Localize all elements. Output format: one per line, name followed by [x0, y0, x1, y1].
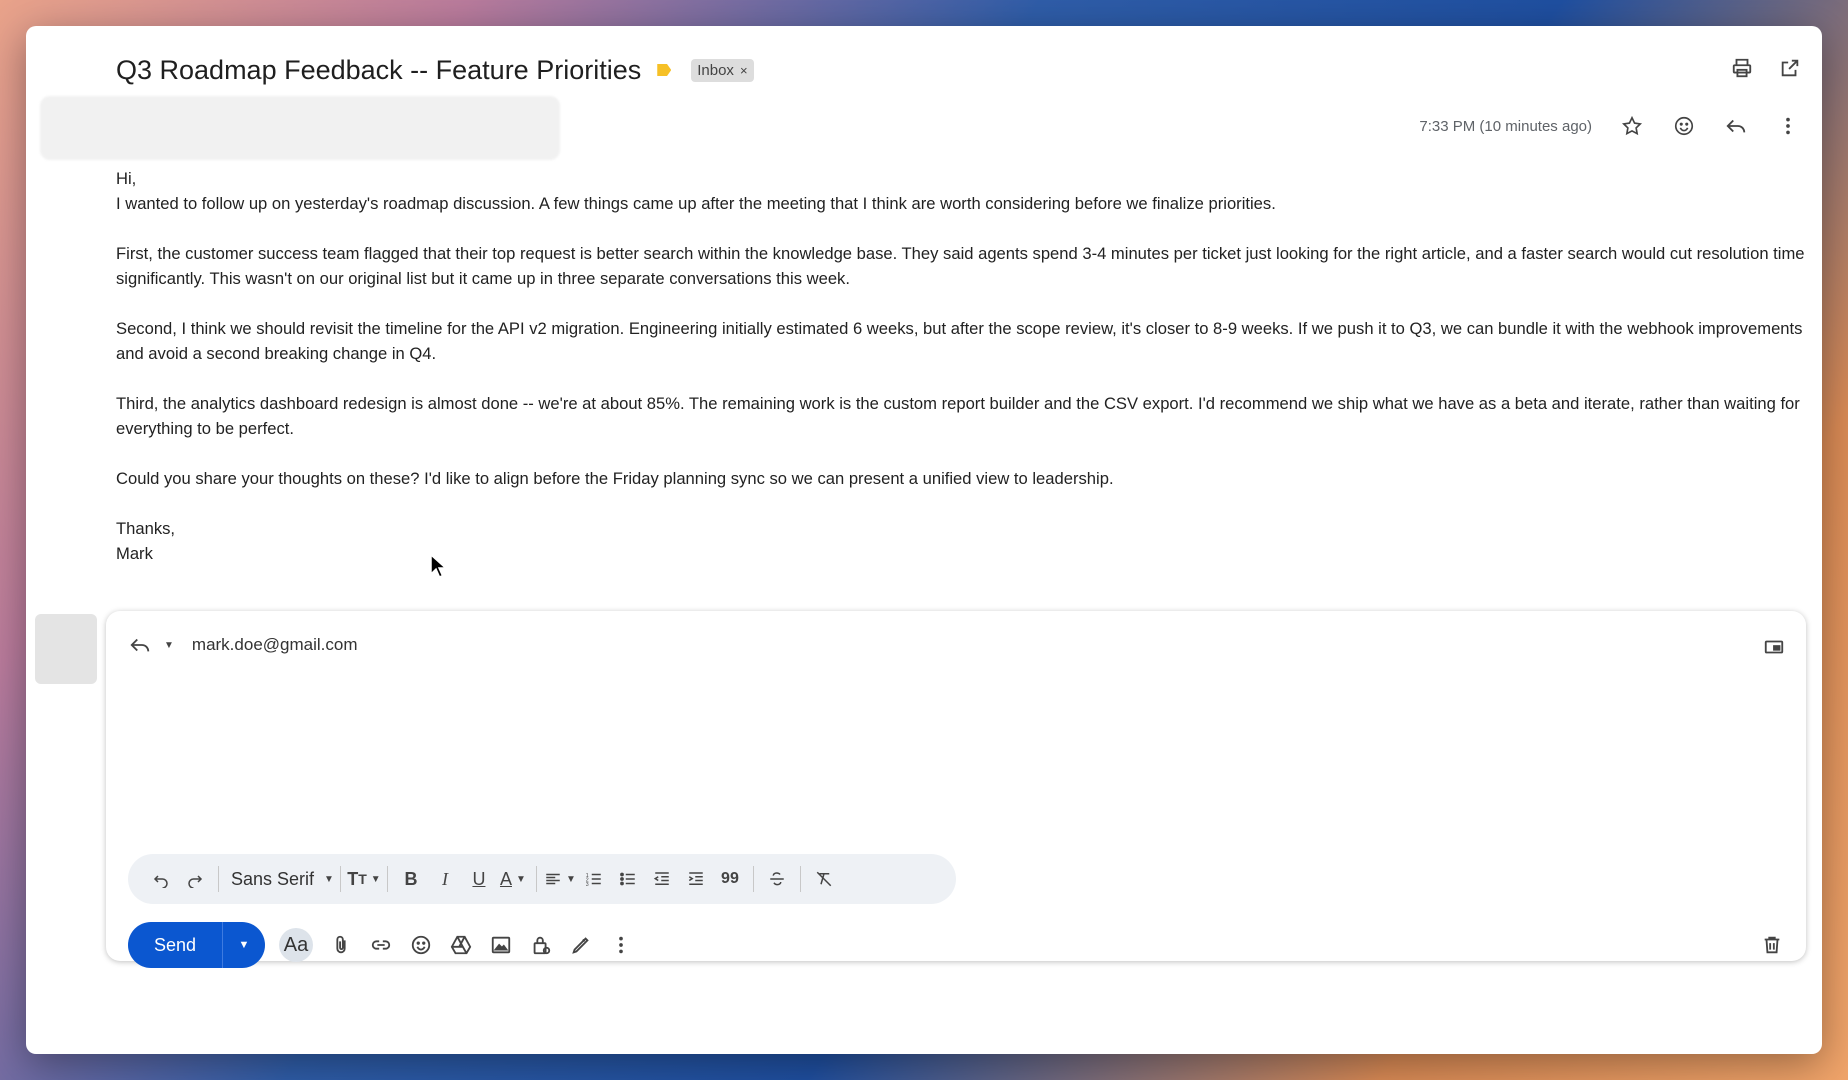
- body-paragraph: I wanted to follow up on yesterday's roa…: [116, 194, 1276, 213]
- attach-file-icon[interactable]: [329, 933, 353, 957]
- thread-actions: [1730, 56, 1802, 80]
- email-window: Q3 Roadmap Feedback -- Feature Prioritie…: [26, 26, 1822, 1054]
- print-icon[interactable]: [1730, 56, 1754, 80]
- body-paragraph: First, the customer success team flagged…: [116, 244, 1805, 288]
- send-row: Send ▼ Aa: [128, 922, 633, 968]
- label-text: Inbox: [697, 61, 734, 79]
- discard-draft-icon[interactable]: [1760, 933, 1784, 957]
- message-timestamp: 7:33 PM (10 minutes ago): [1419, 117, 1592, 135]
- email-body: Hi, I wanted to follow up on yesterday's…: [116, 166, 1816, 566]
- divider: [218, 866, 219, 892]
- insert-link-icon[interactable]: [369, 933, 393, 957]
- font-size-icon[interactable]: T T ▼: [347, 864, 381, 894]
- chevron-down-icon: ▼: [238, 939, 250, 951]
- strikethrough-icon[interactable]: [760, 864, 794, 894]
- italic-icon[interactable]: I: [428, 864, 462, 894]
- divider: [799, 866, 801, 892]
- inbox-label-chip[interactable]: Inbox ×: [691, 58, 754, 82]
- send-button[interactable]: Send: [128, 922, 222, 968]
- emoji-reaction-icon[interactable]: [1672, 114, 1696, 138]
- text-color-icon[interactable]: A ▼: [496, 864, 530, 894]
- mouse-cursor-icon: [430, 554, 448, 578]
- indent-less-icon[interactable]: [645, 864, 679, 894]
- more-options-icon[interactable]: [1776, 114, 1800, 138]
- confidential-mode-icon[interactable]: [529, 933, 553, 957]
- reply-type-icon[interactable]: [128, 633, 152, 657]
- svg-text:3: 3: [586, 882, 589, 888]
- signoff: Thanks,: [116, 519, 176, 538]
- align-icon[interactable]: ▼: [543, 864, 577, 894]
- underline-icon[interactable]: U: [462, 864, 496, 894]
- formatting-options-button[interactable]: Aa: [279, 928, 313, 962]
- font-family-value: Sans Serif: [231, 868, 315, 889]
- divider: [339, 866, 341, 892]
- star-icon[interactable]: [1620, 114, 1644, 138]
- quote-icon[interactable]: 99: [713, 864, 747, 894]
- body-paragraph: Second, I think we should revisit the ti…: [116, 319, 1803, 363]
- divider: [386, 866, 388, 892]
- reply-composer: ▼ mark.doe@gmail.com Sans Serif ▼ T T ▼ B: [106, 611, 1806, 968]
- google-drive-icon[interactable]: [449, 933, 473, 957]
- redo-icon[interactable]: [178, 864, 212, 894]
- remove-formatting-icon[interactable]: [807, 864, 841, 894]
- formatting-toolbar: Sans Serif ▼ T T ▼ B I U A ▼ ▼ 123 99: [128, 854, 956, 904]
- undo-icon[interactable]: [144, 864, 178, 894]
- signature-icon[interactable]: [569, 933, 593, 957]
- chevron-down-icon: ▼: [324, 873, 334, 885]
- sender-info-redacted: [40, 96, 560, 160]
- divider: [752, 866, 754, 892]
- reply-icon[interactable]: [1724, 114, 1748, 138]
- bold-icon[interactable]: B: [394, 864, 428, 894]
- reply-header: ▼ mark.doe@gmail.com: [128, 633, 358, 657]
- bulleted-list-icon[interactable]: [611, 864, 645, 894]
- email-subject: Q3 Roadmap Feedback -- Feature Prioritie…: [116, 54, 642, 85]
- signature: Mark: [116, 544, 153, 563]
- importance-marker-icon[interactable]: [657, 64, 672, 76]
- schedule-send-dropdown[interactable]: ▼: [222, 922, 265, 968]
- subject-row: Q3 Roadmap Feedback -- Feature Prioritie…: [116, 40, 754, 100]
- greeting: Hi,: [116, 169, 137, 188]
- insert-photo-icon[interactable]: [489, 933, 513, 957]
- more-options-icon[interactable]: [609, 933, 633, 957]
- body-paragraph: Third, the analytics dashboard redesign …: [116, 394, 1800, 438]
- body-paragraph: Could you share your thoughts on these? …: [116, 469, 1114, 488]
- recipient-field[interactable]: mark.doe@gmail.com: [192, 635, 358, 655]
- remove-label-icon[interactable]: ×: [740, 63, 748, 78]
- numbered-list-icon[interactable]: 123: [577, 864, 611, 894]
- pop-out-reply-icon[interactable]: [1762, 635, 1786, 659]
- reply-type-dropdown-icon[interactable]: ▼: [164, 640, 174, 651]
- indent-more-icon[interactable]: [679, 864, 713, 894]
- divider: [535, 866, 537, 892]
- avatar: [35, 614, 97, 684]
- insert-emoji-icon[interactable]: [409, 933, 433, 957]
- composer-tools: Aa: [279, 928, 633, 962]
- message-meta: 7:33 PM (10 minutes ago): [1419, 114, 1800, 138]
- font-family-select[interactable]: Sans Serif ▼: [225, 864, 334, 894]
- open-in-new-window-icon[interactable]: [1778, 56, 1802, 80]
